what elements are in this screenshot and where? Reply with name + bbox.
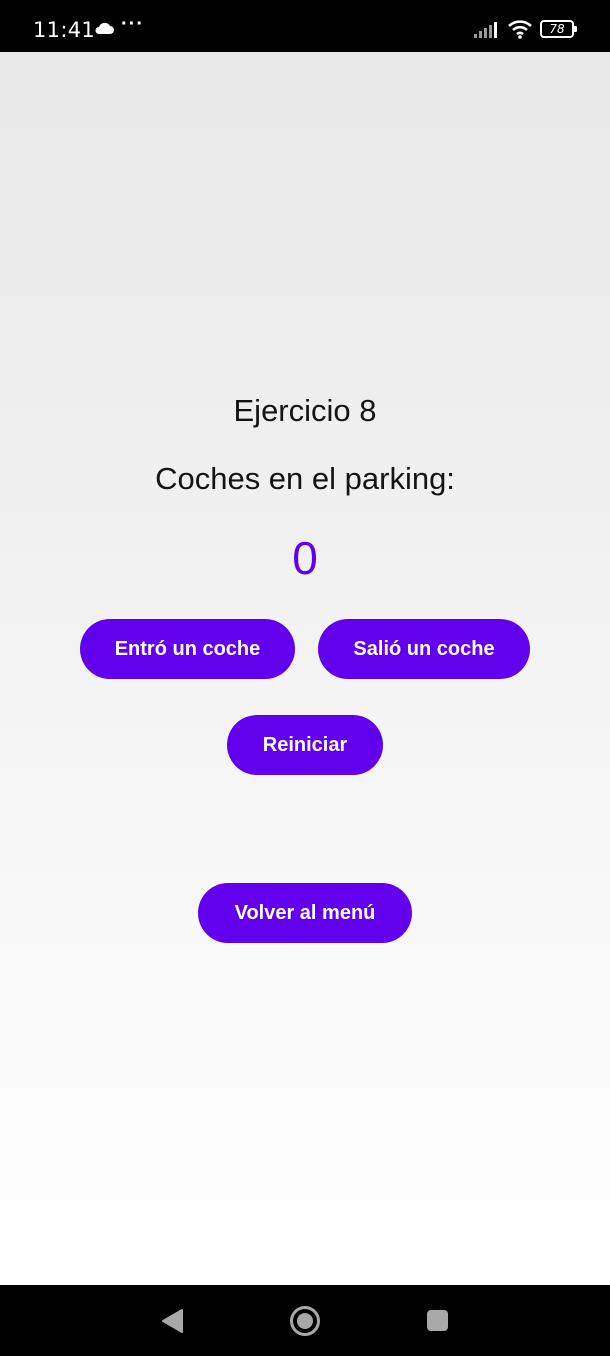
battery-icon: 78 <box>540 20 577 38</box>
main-content: Ejercicio 8 Coches en el parking: 0 Entr… <box>0 52 610 1285</box>
page-title: Ejercicio 8 <box>233 393 377 428</box>
navigation-bar <box>0 1285 610 1356</box>
back-icon[interactable] <box>160 1308 184 1334</box>
status-time: 11:41 <box>33 18 96 42</box>
cloud-icon <box>95 22 114 34</box>
recents-icon[interactable] <box>427 1310 448 1331</box>
home-icon[interactable] <box>289 1305 321 1337</box>
reset-button[interactable]: Reiniciar <box>227 715 383 775</box>
car-entered-button[interactable]: Entró un coche <box>80 619 295 679</box>
more-notifications-icon: ··· <box>121 13 144 35</box>
car-left-button[interactable]: Salió un coche <box>318 619 530 679</box>
parking-label: Coches en el parking: <box>155 461 455 496</box>
back-to-menu-button[interactable]: Volver al menú <box>198 883 412 943</box>
wifi-icon <box>508 20 532 39</box>
status-bar: 11:41 ··· 78 <box>0 0 610 52</box>
signal-icon <box>474 22 497 38</box>
car-counter: 0 <box>292 532 318 584</box>
